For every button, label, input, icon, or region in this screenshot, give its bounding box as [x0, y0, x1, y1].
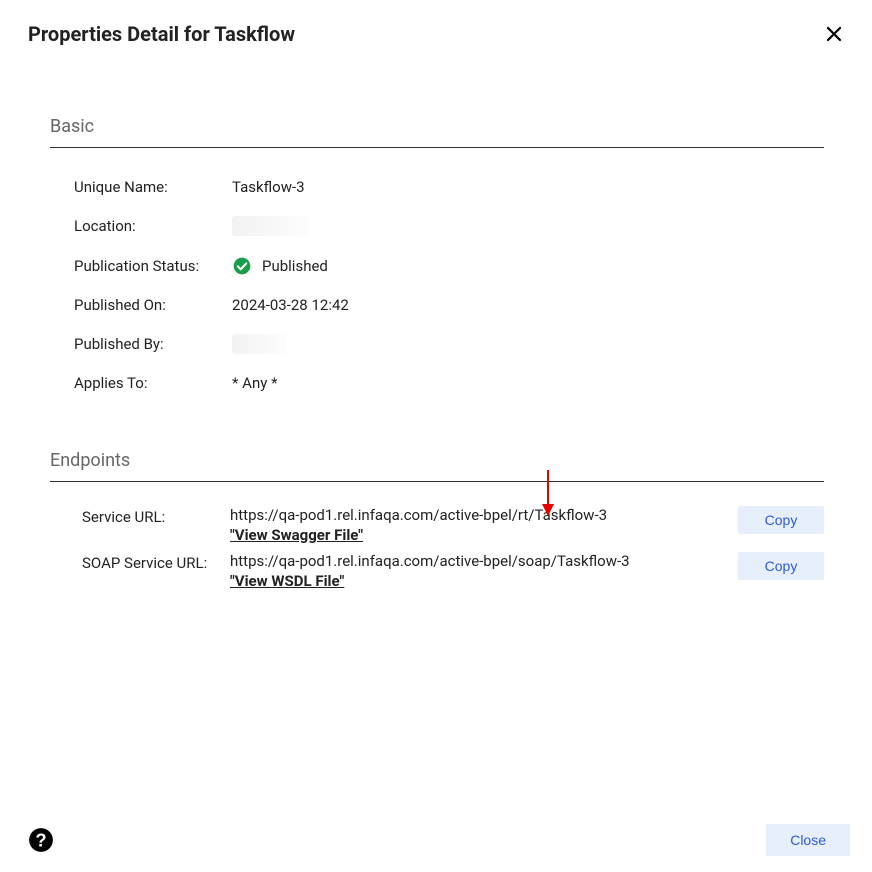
- row-pub-by: Published By:: [50, 324, 824, 364]
- label-location: Location:: [74, 217, 232, 235]
- row-unique-name: Unique Name: Taskflow-3: [50, 168, 824, 206]
- row-applies-to: Applies To: * Any *: [50, 364, 824, 402]
- label-pub-status: Publication Status:: [74, 257, 232, 275]
- divider: [50, 481, 824, 482]
- row-pub-on: Published On: 2024-03-28 12:42: [50, 286, 824, 324]
- value-pub-by: [232, 334, 286, 354]
- redacted-pub-by: [232, 334, 286, 354]
- close-icon[interactable]: [820, 20, 848, 48]
- value-soap-url: https://qa-pod1.rel.infaqa.com/active-bp…: [230, 552, 630, 570]
- value-service-url: https://qa-pod1.rel.infaqa.com/active-bp…: [230, 506, 607, 524]
- label-applies-to: Applies To:: [74, 374, 232, 392]
- label-pub-on: Published On:: [74, 296, 232, 314]
- svg-text:?: ?: [35, 830, 46, 851]
- close-button[interactable]: Close: [766, 824, 850, 856]
- copy-service-button[interactable]: Copy: [738, 506, 824, 534]
- redacted-location: [232, 216, 310, 236]
- divider: [50, 147, 824, 148]
- copy-soap-button[interactable]: Copy: [738, 552, 824, 580]
- row-location: Location:: [50, 206, 824, 246]
- value-unique-name: Taskflow-3: [232, 178, 305, 196]
- row-pub-status: Publication Status: Published: [50, 246, 824, 286]
- section-endpoints-heading: Endpoints: [50, 450, 824, 471]
- row-soap-url: SOAP Service URL: https://qa-pod1.rel.in…: [50, 548, 824, 594]
- label-service-url: Service URL:: [82, 506, 230, 526]
- link-view-swagger[interactable]: "View Swagger File": [230, 526, 728, 544]
- value-pub-on: 2024-03-28 12:42: [232, 296, 349, 314]
- check-circle-icon: [232, 256, 252, 276]
- section-basic-heading: Basic: [50, 116, 824, 137]
- value-applies-to: * Any *: [232, 374, 278, 392]
- dialog-title: Properties Detail for Taskflow: [28, 22, 295, 46]
- value-location: [232, 216, 310, 236]
- help-icon[interactable]: ?: [28, 827, 54, 853]
- link-view-wsdl[interactable]: "View WSDL File": [230, 572, 728, 590]
- label-soap-url: SOAP Service URL:: [82, 552, 230, 572]
- label-pub-by: Published By:: [74, 335, 232, 353]
- value-pub-status: Published: [262, 257, 328, 275]
- row-service-url: Service URL: https://qa-pod1.rel.infaqa.…: [50, 502, 824, 548]
- label-unique-name: Unique Name:: [74, 178, 232, 196]
